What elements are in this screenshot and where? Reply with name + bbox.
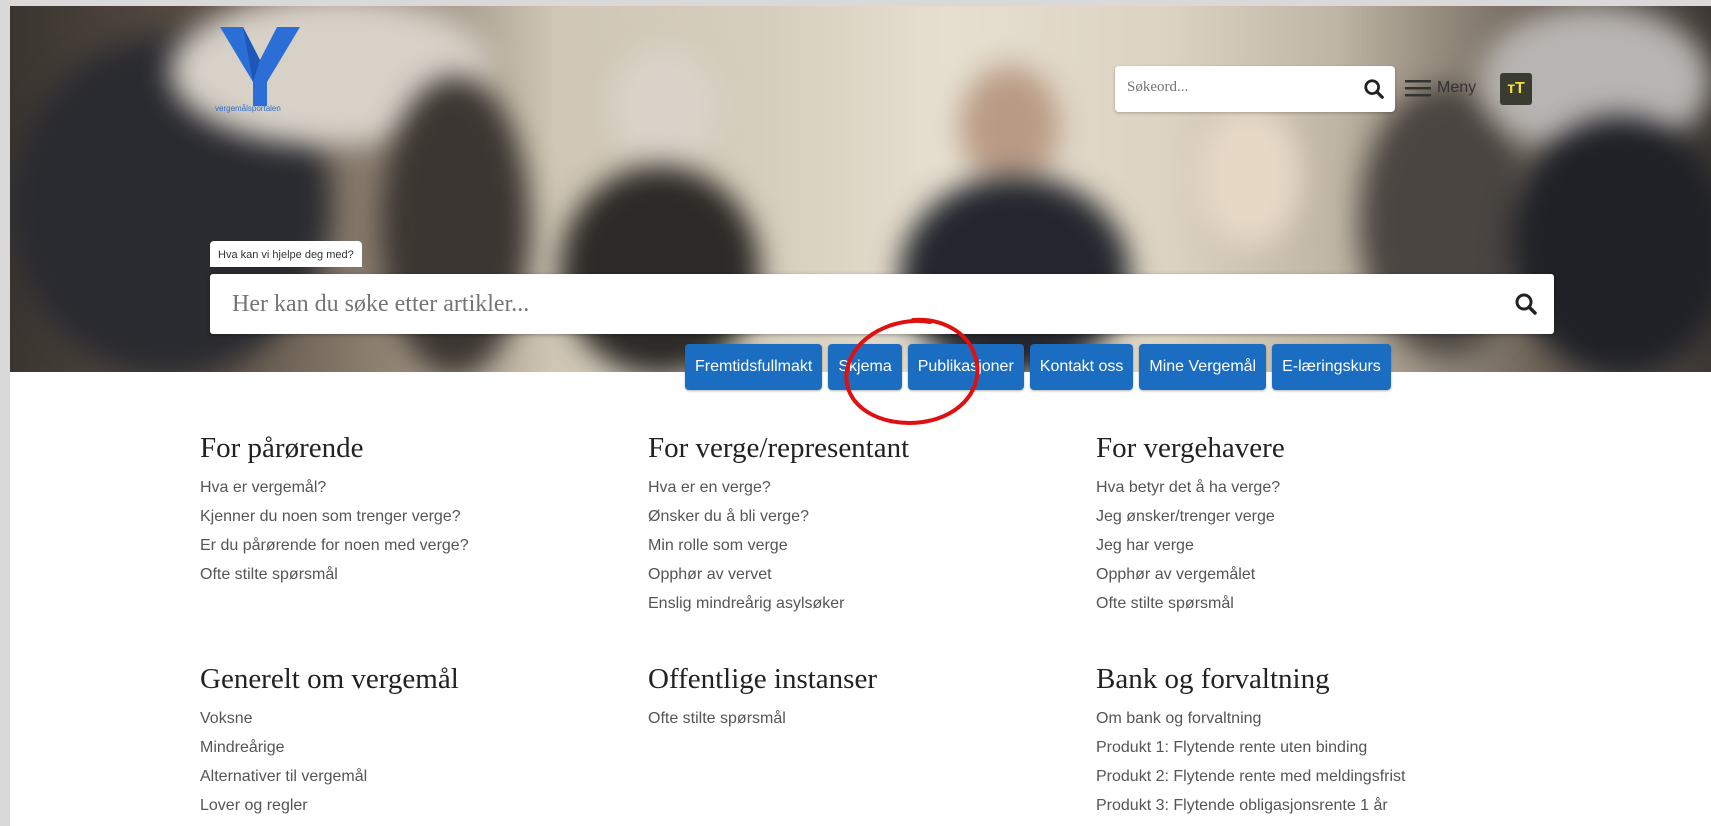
section-link[interactable]: Enslig mindreårig asylsøker xyxy=(648,589,909,618)
hero-photo-shape xyxy=(610,46,720,166)
section-offentlige-instanser: Offentlige instanser Ofte stilte spørsmå… xyxy=(648,663,877,733)
section-link[interactable]: Er du pårørende for noen med verge? xyxy=(200,531,469,560)
logo-text: vergemålsportalen xyxy=(215,104,281,113)
quick-links: Fremtidsfullmakt Skjema Publikasjoner Ko… xyxy=(685,344,1391,390)
section-link[interactable]: Produkt 2: Flytende rente med meldingsfr… xyxy=(1096,762,1405,791)
section-link[interactable]: Alternativer til vergemål xyxy=(200,762,459,791)
hero-photo-shape xyxy=(960,66,1060,186)
page: vergemålsportalen Meny тT Hva kan vi hje… xyxy=(10,6,1711,826)
section-bank-og-forvaltning: Bank og forvaltning Om bank og forvaltni… xyxy=(1096,663,1405,820)
section-link[interactable]: Ønsker du å bli verge? xyxy=(648,502,909,531)
section-title: For vergehavere xyxy=(1096,432,1285,464)
text-size-button[interactable]: тT xyxy=(1500,73,1532,105)
top-search-input[interactable] xyxy=(1125,78,1349,97)
search-help-label: Hva kan vi hjelpe deg med? xyxy=(210,241,362,267)
quick-link-e-laeringskurs[interactable]: E-læringskurs xyxy=(1272,344,1391,390)
section-link[interactable]: Om bank og forvaltning xyxy=(1096,704,1405,733)
section-title: Generelt om vergemål xyxy=(200,663,459,695)
y-logo-icon[interactable] xyxy=(215,22,305,108)
section-link[interactable]: Mindreårige xyxy=(200,733,459,762)
section-link[interactable]: Hva er vergemål? xyxy=(200,473,469,502)
quick-link-fremtidsfullmakt[interactable]: Fremtidsfullmakt xyxy=(685,344,823,390)
section-link[interactable]: Opphør av vervet xyxy=(648,560,909,589)
section-link[interactable]: Ofte stilte spørsmål xyxy=(648,704,877,733)
search-icon[interactable] xyxy=(1363,78,1385,100)
quick-link-kontakt-oss[interactable]: Kontakt oss xyxy=(1029,344,1134,390)
section-link[interactable]: Ofte stilte spørsmål xyxy=(1096,589,1285,618)
section-link[interactable]: Ofte stilte spørsmål xyxy=(200,560,469,589)
section-link[interactable]: Produkt 1: Flytende rente uten binding xyxy=(1096,733,1405,762)
article-search-input[interactable] xyxy=(230,290,1434,319)
red-circle-annotation xyxy=(844,317,980,425)
section-title: For pårørende xyxy=(200,432,364,464)
section-link[interactable]: Hva betyr det å ha verge? xyxy=(1096,473,1285,502)
hero-photo-shape xyxy=(1200,106,1300,246)
section-link[interactable]: Jeg har verge xyxy=(1096,531,1285,560)
menu-button[interactable]: Meny xyxy=(1405,78,1476,98)
section-link[interactable]: Produkt 3: Flytende obligasjonsrente 1 å… xyxy=(1096,791,1405,820)
section-title: Offentlige instanser xyxy=(648,663,877,695)
hamburger-icon xyxy=(1405,80,1431,97)
section-link[interactable]: Jeg ønsker/trenger verge xyxy=(1096,502,1285,531)
section-link[interactable]: Hva er en verge? xyxy=(648,473,909,502)
search-icon[interactable] xyxy=(1514,292,1538,316)
section-for-verge: For verge/representant Hva er en verge? … xyxy=(648,432,909,618)
hero-photo-shape xyxy=(560,166,760,372)
section-link[interactable]: Voksne xyxy=(200,704,459,733)
section-for-parorende: For pårørende Hva er vergemål? Kjenner d… xyxy=(200,432,469,589)
section-for-vergehavere: For vergehavere Hva betyr det å ha verge… xyxy=(1096,432,1285,618)
section-title: For verge/representant xyxy=(648,432,910,464)
section-link[interactable]: Lover og regler xyxy=(200,791,459,820)
quick-link-mine-vergemal[interactable]: Mine Vergemål xyxy=(1139,344,1267,390)
section-link[interactable]: Min rolle som verge xyxy=(648,531,909,560)
top-search-box[interactable] xyxy=(1115,66,1395,112)
section-title: Bank og forvaltning xyxy=(1096,663,1330,695)
menu-label: Meny xyxy=(1437,79,1477,96)
section-link[interactable]: Opphør av vergemålet xyxy=(1096,560,1285,589)
section-generelt-om-vergemal: Generelt om vergemål Voksne Mindreårige … xyxy=(200,663,459,820)
section-link[interactable]: Kjenner du noen som trenger verge? xyxy=(200,502,469,531)
